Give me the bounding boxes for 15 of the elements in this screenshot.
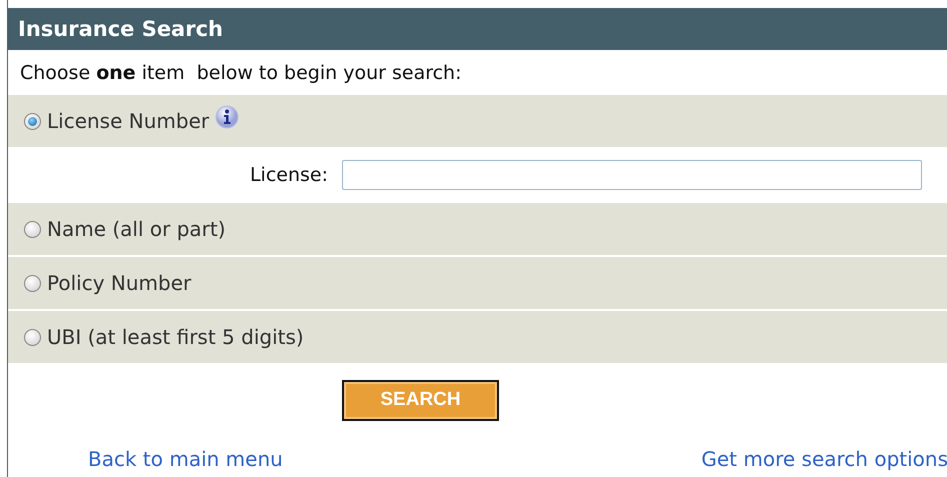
radio-button[interactable] (24, 328, 41, 346)
nav-link[interactable]: Back to main menu (88, 447, 283, 471)
option-label: UBI (at least first 5 digits) (47, 325, 304, 349)
instruction-text: Choose one item below to begin your search: (19, 60, 462, 86)
panel-title: Insurance Search (8, 8, 947, 50)
radio-button[interactable] (24, 274, 41, 292)
radio-button[interactable] (24, 220, 41, 238)
option-label: Name (all or part) (47, 217, 226, 241)
radio-button[interactable] (24, 112, 41, 130)
field-label: License: (248, 164, 328, 186)
option-label: License Number (47, 109, 210, 133)
nav-link[interactable]: Get more search options (701, 447, 947, 471)
license-input[interactable] (342, 160, 922, 190)
info-icon[interactable] (215, 105, 240, 129)
option-label: Policy Number (47, 271, 192, 295)
